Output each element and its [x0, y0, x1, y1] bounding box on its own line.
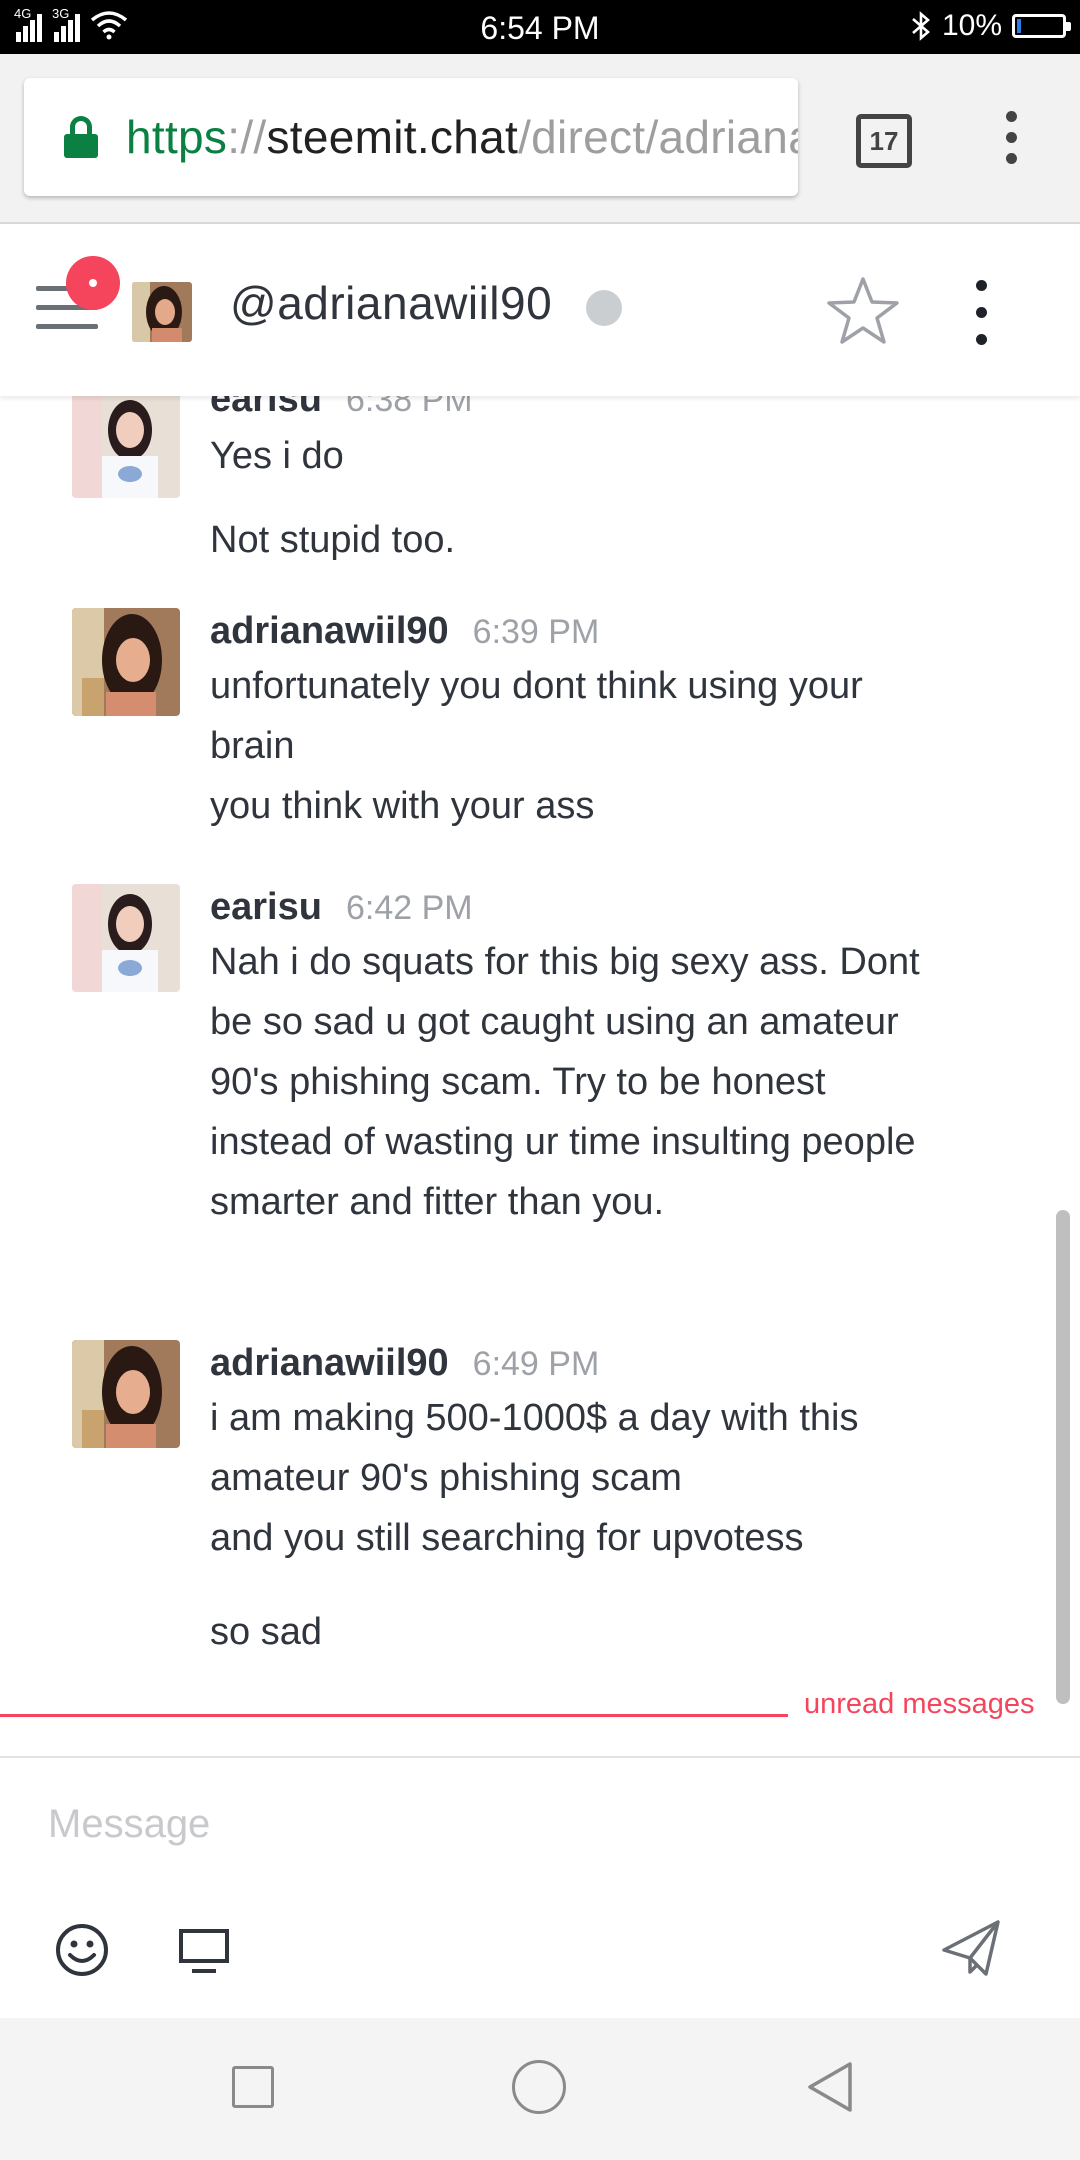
recents-button[interactable] — [232, 2066, 274, 2108]
tab-switcher-button[interactable]: 17 — [856, 114, 912, 168]
message-text: so sad — [210, 1602, 930, 1662]
system-nav-bar — [0, 2018, 1080, 2160]
message-line: unfortunately you dont think using your … — [210, 665, 863, 767]
message-line: i am making 500-1000$ a day with this am… — [210, 1397, 859, 1499]
room-avatar[interactable] — [132, 282, 192, 342]
home-button[interactable] — [512, 2060, 566, 2114]
message-text: i am making 500-1000$ a day with this am… — [210, 1388, 930, 1568]
screen-share-icon[interactable] — [178, 1928, 230, 1976]
message-list[interactable]: earisu 6:38 PM Yes i do Not stupid too. a… — [0, 396, 1080, 1758]
message-time: 6:42 PM — [345, 889, 473, 927]
lock-icon — [64, 116, 98, 158]
room-menu-button[interactable] — [976, 280, 990, 346]
message-time: 6:49 PM — [472, 1345, 600, 1383]
favorite-star-icon[interactable] — [826, 274, 900, 348]
user-status-dot — [586, 290, 622, 326]
message-username[interactable]: earisu — [210, 396, 322, 420]
browser-menu-button[interactable] — [1002, 111, 1020, 167]
room-title: @adrianawiil90 — [230, 277, 553, 329]
message-text: Yes i do — [210, 426, 930, 486]
message-username[interactable]: adrianawiil90 — [210, 610, 449, 652]
message-line: Nah i do squats for this big sexy ass. D… — [210, 941, 920, 1223]
message-header: earisu 6:42 PM — [210, 886, 473, 929]
message-line: Not stupid too. — [210, 519, 456, 561]
battery-level — [1017, 19, 1022, 33]
send-icon[interactable] — [940, 1916, 1004, 1980]
url-path: /direct/adriana — [518, 111, 798, 163]
room-header: @adrianawiil90 — [0, 224, 1080, 396]
message-text: Not stupid too. — [210, 510, 930, 570]
status-right: 10% — [910, 9, 1071, 43]
battery-icon — [1012, 14, 1071, 38]
message-line: Yes i do — [210, 435, 344, 477]
message-header: earisu 6:38 PM — [210, 396, 473, 421]
message-header: adrianawiil90 6:39 PM — [210, 610, 599, 653]
avatar[interactable] — [72, 884, 180, 992]
avatar[interactable] — [72, 1340, 180, 1448]
scrollbar-thumb[interactable] — [1056, 1210, 1070, 1704]
notification-badge — [66, 256, 120, 310]
message-username[interactable]: adrianawiil90 — [210, 1342, 449, 1384]
message-line: and you still searching for upvotess — [210, 1517, 804, 1559]
message-header: adrianawiil90 6:49 PM — [210, 1342, 599, 1385]
url-separator: :// — [227, 111, 267, 163]
browser-toolbar: https://steemit.chat/direct/adriana 17 — [0, 54, 1080, 224]
status-bar: 4G 3G 6:54 PM 10% — [0, 0, 1080, 54]
address-bar[interactable]: https://steemit.chat/direct/adriana — [24, 78, 798, 196]
unread-label: unread messages — [804, 1688, 1035, 1720]
message-username[interactable]: earisu — [210, 886, 322, 928]
message-text: Nah i do squats for this big sexy ass. D… — [210, 932, 930, 1232]
url-host: steemit.chat — [266, 111, 519, 163]
avatar[interactable] — [72, 396, 180, 498]
emoji-icon[interactable] — [54, 1922, 110, 1978]
unread-divider — [0, 1714, 788, 1717]
message-line: so sad — [210, 1611, 322, 1653]
battery-percent: 10% — [941, 9, 1002, 42]
message-input[interactable]: Message — [48, 1802, 210, 1847]
message-time: 6:39 PM — [472, 613, 600, 651]
url-text[interactable]: https://steemit.chat/direct/adriana — [126, 110, 798, 164]
url-scheme: https — [126, 111, 228, 163]
message-composer: Message — [0, 1756, 1080, 2020]
avatar[interactable] — [72, 608, 180, 716]
message-time: 6:38 PM — [345, 396, 473, 419]
message-line: you think with your ass — [210, 785, 595, 827]
message-text: unfortunately you dont think using your … — [210, 656, 930, 836]
bluetooth-icon — [912, 11, 930, 41]
back-button[interactable] — [806, 2060, 854, 2114]
